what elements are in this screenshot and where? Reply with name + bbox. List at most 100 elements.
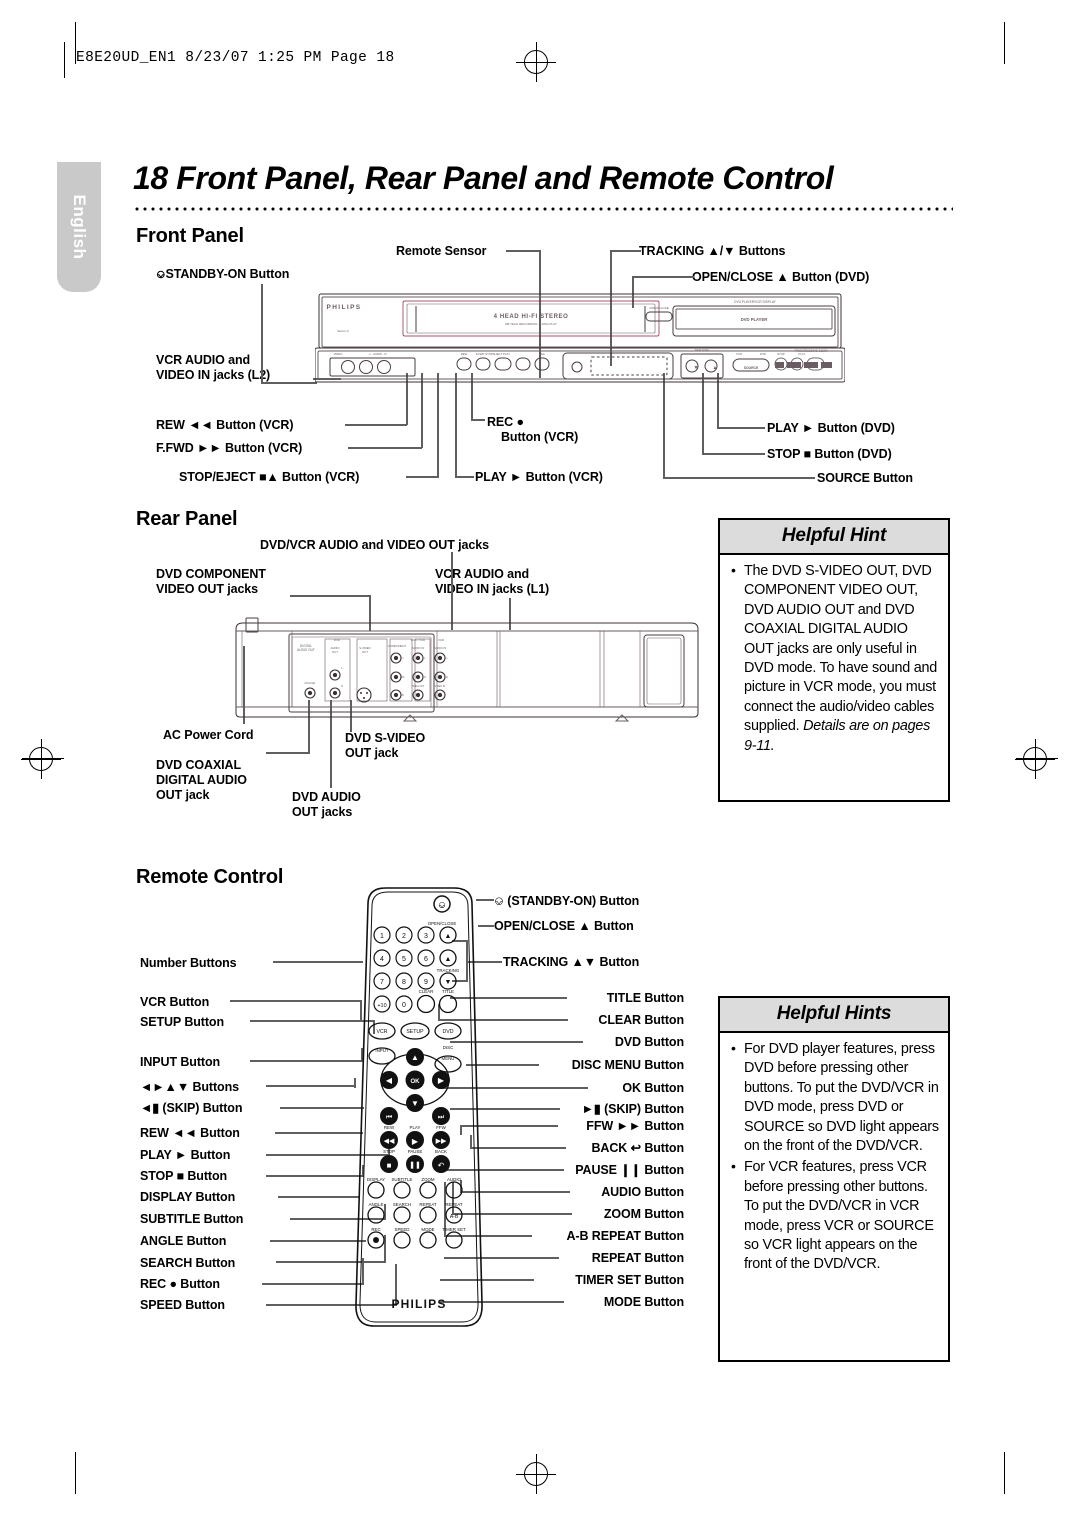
registration-mark-left: [21, 739, 61, 779]
leader-stopeject-v: [437, 373, 439, 477]
svg-text:CLEAR: CLEAR: [419, 989, 434, 994]
section-title-front-panel: Front Panel: [136, 225, 244, 247]
page-title: 18 Front Panel, Rear Panel and Remote Co…: [133, 160, 834, 196]
callout-open-close-dvd: OPEN/CLOSE ▲ Button (DVD): [692, 270, 870, 284]
svg-text:OK: OK: [411, 1079, 421, 1085]
leader-rear-coax-h: [266, 752, 310, 754]
helpful-hints-heading: Helpful Hints: [720, 998, 948, 1033]
svg-text:DISC: DISC: [443, 1045, 454, 1050]
svg-text:8: 8: [402, 979, 406, 986]
header-divider: [64, 42, 65, 78]
svg-text:PHILIPS: PHILIPS: [391, 1297, 446, 1311]
svg-text:2: 2: [402, 933, 406, 940]
svg-text:DVD PLAYER/VCR DISPLAY: DVD PLAYER/VCR DISPLAY: [734, 300, 777, 304]
svg-text:▲: ▲: [445, 956, 452, 963]
svg-text:MODE: MODE: [421, 1227, 434, 1232]
svg-text:DVD: DVD: [334, 638, 340, 642]
svg-text:REPEAT: REPEAT: [419, 1202, 437, 1207]
leader-playdvd-h: [717, 427, 765, 429]
svg-text:OPEN/CLOSE: OPEN/CLOSE: [428, 921, 457, 926]
callout-arrow-buttons: ◄►▲▼ Buttons: [140, 1080, 239, 1094]
remote-control-illustration: ⎉ OPEN/CLOSE 123 456 789 +10 0 ▲ ▲ ▼ TRA…: [336, 884, 498, 1334]
svg-text:PLAY: PLAY: [410, 1125, 421, 1130]
svg-text:◀◀: ◀◀: [384, 1138, 395, 1145]
svg-text:▲: ▲: [445, 933, 452, 940]
svg-text:REC: REC: [371, 1227, 380, 1232]
svg-text:FFW: FFW: [436, 1125, 446, 1130]
callout-display-button: DISPLAY Button: [140, 1190, 236, 1204]
callout-subtitle-button: SUBTITLE Button: [140, 1212, 244, 1226]
svg-text:AUDIO: AUDIO: [447, 1177, 461, 1182]
callout-stop-button: STOP ■ Button: [140, 1169, 228, 1183]
callout-vcr-button: VCR Button: [140, 995, 210, 1009]
helpful-hint-box: Helpful Hint The DVD S-VIDEO OUT, DVD CO…: [718, 518, 950, 802]
callout-rec-vcr: REC ● Button (VCR): [487, 415, 579, 444]
svg-text:VCR: VCR: [736, 352, 742, 356]
svg-text:ANGLE: ANGLE: [369, 1202, 384, 1207]
svg-text:3: 3: [424, 933, 428, 940]
callout-stop-dvd: STOP ■ Button (DVD): [767, 447, 892, 461]
svg-text:R: R: [341, 684, 343, 688]
callout-remote-tracking: TRACKING ▲▼ Button: [503, 955, 640, 969]
hint-text: The DVD S-VIDEO OUT, DVD COMPONENT VIDEO…: [744, 563, 937, 735]
svg-text:Pr: Pr: [402, 694, 405, 697]
callout-input-button: INPUT Button: [140, 1055, 221, 1069]
svg-text:TITLE: TITLE: [442, 989, 454, 994]
svg-text:VCR: VCR: [377, 1029, 388, 1035]
svg-text:◀: ◀: [386, 1076, 393, 1085]
svg-text:▶: ▶: [412, 1137, 419, 1146]
callout-skip-prev-button: ◄▮ (SKIP) Button: [140, 1101, 243, 1115]
svg-text:AUDIO IN: AUDIO IN: [412, 646, 424, 650]
hint-bullet: The DVD S-VIDEO OUT, DVD COMPONENT VIDEO…: [729, 561, 939, 756]
callout-rew-vcr: REW ◄◄ Button (VCR): [156, 418, 294, 432]
svg-text:▶: ▶: [438, 1076, 445, 1085]
svg-text:OUT: OUT: [332, 650, 338, 654]
leader-remote-sensor-h: [506, 250, 541, 252]
svg-text:DISPLAY: DISPLAY: [367, 1177, 385, 1182]
callout-dvd-audio-out: DVD AUDIO OUT jacks: [292, 790, 361, 819]
svg-text:▶▶: ▶▶: [436, 1138, 447, 1145]
svg-text:4 HEAD HI-FI STEREO: 4 HEAD HI-FI STEREO: [494, 314, 569, 320]
svg-text:OUT: OUT: [362, 650, 368, 654]
svg-text:⎉: ⎉: [438, 900, 446, 911]
svg-text:5: 5: [402, 956, 406, 963]
callout-remote-standby: ⎉ (STANDBY-ON) Button: [494, 893, 640, 908]
svg-text:OPEN/CLOSE: OPEN/CLOSE: [649, 306, 669, 310]
registration-mark-top: [516, 42, 556, 82]
leader-standby: [261, 284, 263, 384]
svg-text:SEARCH: SEARCH: [393, 1202, 411, 1207]
callout-source: SOURCE Button: [817, 471, 913, 485]
svg-text:Y: Y: [402, 657, 404, 660]
title-dotted-rule: [133, 206, 953, 212]
callout-ffwd-vcr: F.FWD ►► Button (VCR): [156, 441, 303, 455]
callout-play-button: PLAY ► Button: [140, 1148, 231, 1162]
callout-stop-eject-vcr: STOP/EJECT ■▲ Button (VCR): [179, 470, 360, 484]
svg-text:PHILIPS: PHILIPS: [326, 304, 361, 311]
svg-text:STOP: STOP: [777, 352, 785, 356]
manual-page: E8E20UD_EN1 8/23/07 1:25 PM Page 18 Engl…: [0, 0, 1080, 1528]
svg-text:TIMER SET: TIMER SET: [442, 1227, 466, 1232]
callout-play-dvd: PLAY ► Button (DVD): [767, 421, 895, 435]
svg-text:BACK: BACK: [435, 1149, 447, 1154]
leader-tracking-h: [610, 250, 641, 252]
svg-text:A-B: A-B: [450, 1214, 459, 1220]
callout-ac-power-cord: AC Power Cord: [163, 728, 254, 742]
svg-text:REW: REW: [384, 1125, 395, 1130]
hints-bullet-2: For VCR features, press VCR before press…: [729, 1157, 939, 1274]
leader-ffwd-h: [348, 447, 422, 449]
svg-text:L - AUDIO - R: L - AUDIO - R: [369, 352, 386, 356]
leader-stopdvd-v: [702, 373, 704, 454]
front-panel-illustration: PHILIPS Sensor in 4 HEAD HI-FI STEREO DB…: [315, 292, 845, 384]
svg-text:L: L: [446, 657, 448, 660]
callout-vcr-audio-video-in-l2: VCR AUDIO and VIDEO IN jacks (L2): [156, 353, 271, 382]
svg-text:VIDEO: VIDEO: [334, 352, 344, 356]
crop-mark-br-v: [1004, 1452, 1006, 1494]
svg-text:4: 4: [380, 956, 384, 963]
svg-text:Sensor in: Sensor in: [337, 329, 349, 333]
callout-speed-button: SPEED Button: [140, 1298, 225, 1312]
callout-setup-button: SETUP Button: [140, 1015, 224, 1029]
registration-mark-bottom: [516, 1454, 556, 1494]
leader-source-h: [663, 477, 815, 479]
leader-rear-component-h: [290, 595, 370, 597]
svg-text:▼: ▼: [694, 365, 699, 371]
